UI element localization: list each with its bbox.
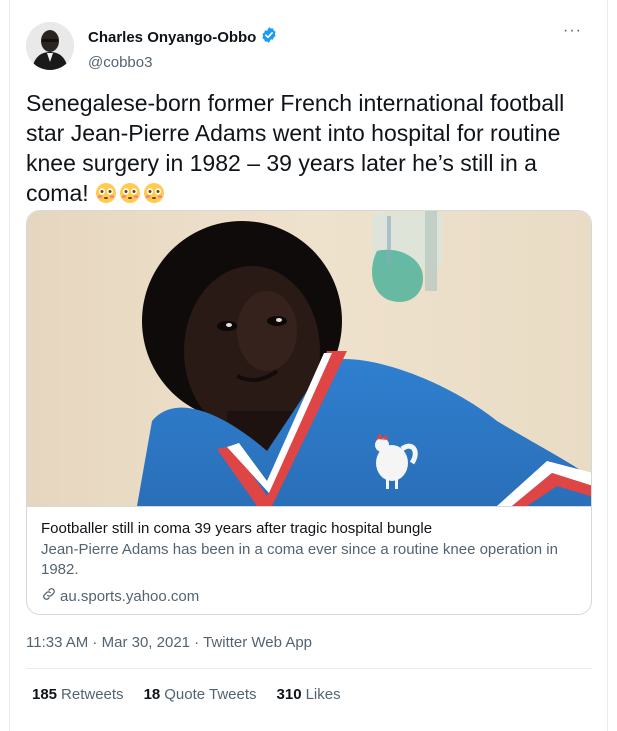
footballer-photo [27,211,591,506]
retweets-count: 185 [32,686,58,703]
author-names: Charles Onyango-Obbo @cobbo3 [88,26,278,71]
tweet-time[interactable]: 11:33 AM [26,634,88,651]
author-display-name-row[interactable]: Charles Onyango-Obbo [88,26,278,48]
retweets-stat[interactable]: 185 Retweets [32,686,124,703]
meta-separator: · [88,634,102,651]
card-body[interactable]: Footballer still in coma 39 years after … [27,506,591,614]
card-title[interactable]: Footballer still in coma 39 years after … [41,519,579,539]
card-image[interactable] [27,211,591,506]
quote-tweets-stat[interactable]: 18 Quote Tweets [144,686,257,703]
tweet-meta: 11:33 AM · Mar 30, 2021 · Twitter Web Ap… [26,634,312,651]
likes-stat[interactable]: 310 Likes [277,686,341,703]
link-icon [41,586,57,608]
flushed-face-icon [95,181,117,203]
likes-label: Likes [305,686,341,703]
link-card[interactable]: Footballer still in coma 39 years after … [26,210,592,615]
flushed-face-icon [119,181,141,203]
author-display-name[interactable]: Charles Onyango-Obbo [88,29,256,46]
card-domain-row[interactable]: au.sports.yahoo.com [41,586,579,608]
quote-tweets-label: Quote Tweets [164,686,257,703]
tweet-source-app[interactable]: Twitter Web App [203,634,312,651]
verified-badge-icon [260,26,278,48]
divider [26,668,592,669]
author-handle[interactable]: @cobbo3 [88,54,278,71]
likes-count: 310 [276,686,302,703]
card-domain[interactable]: au.sports.yahoo.com [60,587,199,607]
more-options-icon[interactable]: ··· [563,22,582,40]
retweets-label: Retweets [61,686,124,703]
flushed-face-icon [143,181,165,203]
tweet-date[interactable]: Mar 30, 2021 [102,634,190,651]
meta-separator: · [190,634,204,651]
tweet-stats: 185 Retweets 18 Quote Tweets 310 Likes [32,686,341,703]
tweet-text: Senegalese-born former French internatio… [26,88,586,208]
card-description: Jean-Pierre Adams has been in a coma eve… [41,541,558,578]
tweet-header: Charles Onyango-Obbo @cobbo3 ··· [26,20,596,76]
avatar-image [26,22,74,70]
avatar[interactable] [26,22,74,70]
quote-tweets-count: 18 [143,686,161,703]
